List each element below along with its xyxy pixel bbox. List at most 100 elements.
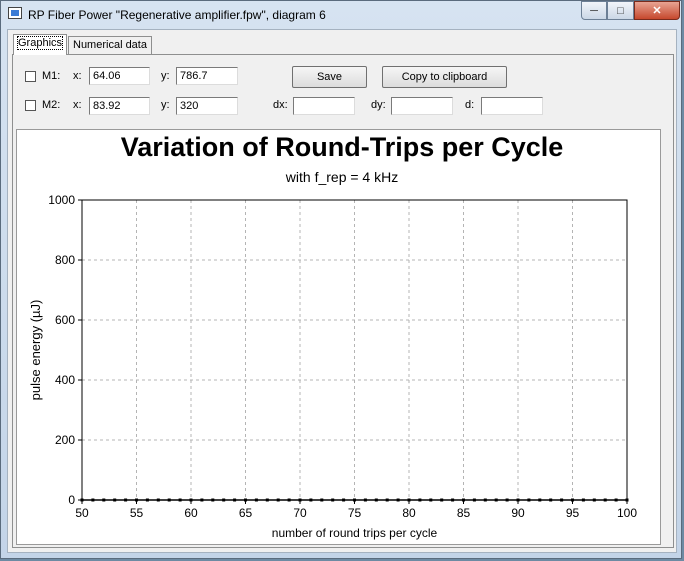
- y-tick-label: 400: [55, 373, 75, 387]
- maximize-button[interactable]: □: [607, 1, 634, 20]
- data-point: [625, 498, 629, 502]
- client-area: Graphics Numerical data M1: x: y: M2: x:…: [7, 29, 677, 553]
- data-point: [353, 498, 356, 502]
- data-point: [560, 498, 564, 502]
- data-point: [429, 498, 433, 502]
- x-tick-label: 50: [75, 506, 89, 520]
- tab-numerical-data-label: Numerical data: [73, 39, 147, 51]
- title-bar[interactable]: RP Fiber Power "Regenerative amplifier.f…: [1, 1, 681, 29]
- dy-label: dy:: [371, 99, 386, 111]
- data-point: [124, 498, 128, 502]
- data-point: [396, 498, 400, 502]
- tab-numerical-data[interactable]: Numerical data: [68, 36, 152, 54]
- data-point: [549, 498, 553, 502]
- m2-y-label: y:: [161, 99, 170, 111]
- dy-field[interactable]: [391, 97, 453, 115]
- data-point: [385, 498, 389, 502]
- data-point: [80, 498, 84, 502]
- data-point: [483, 498, 487, 502]
- data-point: [363, 498, 367, 502]
- maximize-icon: □: [617, 4, 624, 17]
- x-tick-label: 75: [348, 506, 362, 520]
- m2-x-label: x:: [73, 99, 82, 111]
- app-window: RP Fiber Power "Regenerative amplifier.f…: [0, 0, 682, 559]
- m1-checkbox[interactable]: [25, 71, 36, 82]
- window-title: RP Fiber Power "Regenerative amplifier.f…: [28, 8, 326, 22]
- data-point: [374, 498, 378, 502]
- data-point: [233, 498, 237, 502]
- data-point: [320, 498, 324, 502]
- app-icon[interactable]: [8, 7, 22, 19]
- chart-svg[interactable]: Variation of Round-Trips per Cycle with …: [17, 130, 660, 544]
- m2-y-field[interactable]: [176, 97, 238, 115]
- data-point: [407, 498, 411, 502]
- data-point: [581, 498, 585, 502]
- x-tick-label: 95: [566, 506, 580, 520]
- y-axis-label: pulse energy (µJ): [28, 300, 43, 401]
- m1-label: M1:: [42, 70, 61, 82]
- x-tick-label: 90: [511, 506, 525, 520]
- data-point: [254, 498, 258, 502]
- data-point: [440, 498, 444, 502]
- data-point: [222, 498, 226, 502]
- data-point: [178, 498, 182, 502]
- d-field[interactable]: [481, 97, 543, 115]
- data-point: [331, 498, 335, 502]
- grid-lines: [82, 200, 627, 500]
- m1-y-label: y:: [161, 70, 170, 82]
- tab-graphics-label: Graphics: [16, 36, 64, 50]
- dx-field[interactable]: [293, 97, 355, 115]
- chart-area[interactable]: Variation of Round-Trips per Cycle with …: [16, 129, 661, 545]
- data-point: [494, 498, 498, 502]
- d-label: d:: [465, 99, 475, 111]
- x-tick-label: 85: [457, 506, 471, 520]
- data-point: [211, 498, 215, 502]
- data-point: [135, 498, 138, 502]
- data-point: [287, 498, 291, 502]
- data-point: [102, 498, 106, 502]
- y-tick-label: 800: [55, 253, 75, 267]
- data-point: [113, 498, 117, 502]
- data-point: [244, 498, 247, 502]
- m1-x-field[interactable]: [89, 67, 150, 85]
- y-tick-label: 1000: [48, 193, 75, 207]
- data-point: [614, 498, 618, 502]
- data-point: [527, 498, 531, 502]
- data-point: [342, 498, 346, 502]
- data-point: [603, 498, 607, 502]
- minimize-button[interactable]: ─: [581, 1, 607, 20]
- tab-graphics[interactable]: Graphics: [13, 34, 68, 55]
- data-point: [156, 498, 160, 502]
- x-axis-label: number of round trips per cycle: [272, 526, 438, 540]
- copy-to-clipboard-button[interactable]: Copy to clipboard: [382, 66, 507, 88]
- save-button[interactable]: Save: [292, 66, 367, 88]
- m2-checkbox[interactable]: [25, 100, 36, 111]
- data-point: [516, 498, 520, 502]
- data-point: [472, 498, 476, 502]
- m1-y-field[interactable]: [176, 67, 238, 85]
- dx-label: dx:: [273, 99, 288, 111]
- series-layer: [80, 498, 629, 502]
- x-tick-label: 70: [293, 506, 307, 520]
- x-tick-label: 100: [617, 506, 637, 520]
- x-tick-label: 55: [130, 506, 144, 520]
- data-point: [200, 498, 204, 502]
- data-point: [276, 498, 280, 502]
- close-button[interactable]: ✕: [634, 1, 680, 20]
- data-point: [538, 498, 542, 502]
- m2-x-field[interactable]: [89, 97, 150, 115]
- x-tick-label: 65: [239, 506, 253, 520]
- data-point: [265, 498, 269, 502]
- data-point: [91, 498, 95, 502]
- y-tick-label: 0: [68, 493, 75, 507]
- data-point: [145, 498, 149, 502]
- data-point: [505, 498, 509, 502]
- data-point: [418, 498, 422, 502]
- chart-subtitle: with f_rep = 4 kHz: [285, 169, 398, 185]
- data-point: [298, 498, 302, 502]
- data-point: [462, 498, 465, 502]
- data-point: [309, 498, 313, 502]
- y-tick-label: 600: [55, 313, 75, 327]
- data-point: [167, 498, 171, 502]
- chart-title: Variation of Round-Trips per Cycle: [121, 132, 564, 162]
